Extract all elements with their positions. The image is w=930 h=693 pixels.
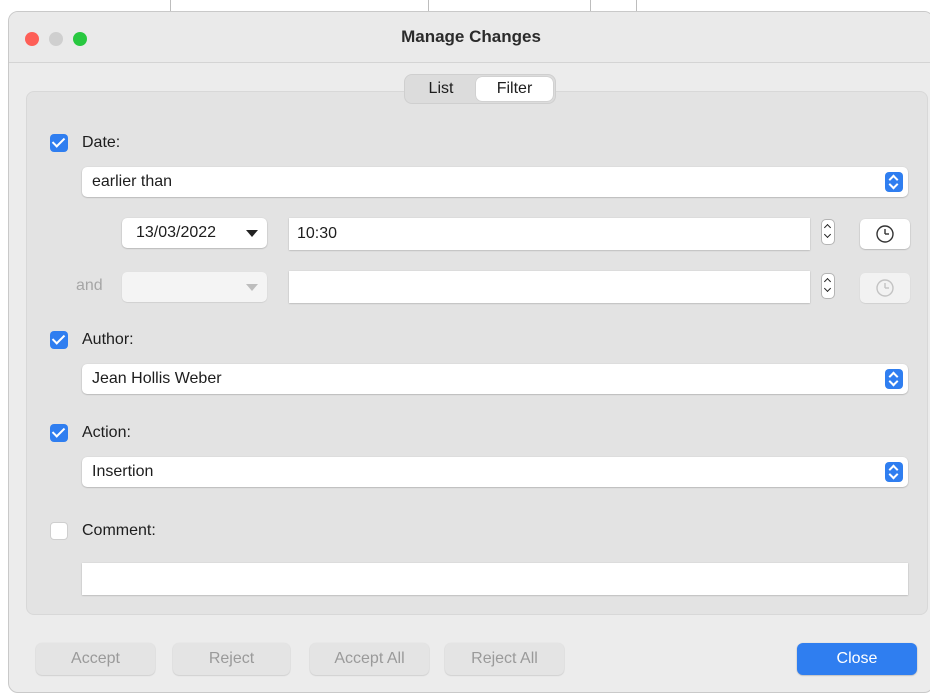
dropdown-arrow-icon	[246, 230, 258, 237]
divider	[590, 0, 591, 11]
view-tabs: List Filter	[404, 74, 556, 104]
time-input[interactable]: 10:30	[289, 218, 810, 250]
title-bar: Manage Changes	[9, 12, 930, 63]
comment-input[interactable]	[82, 563, 908, 595]
dropdown-arrow-icon	[246, 284, 258, 291]
reject-all-button[interactable]: Reject All	[445, 643, 564, 675]
second-date-picker[interactable]	[122, 272, 267, 302]
date-condition-value: earlier than	[92, 173, 173, 190]
second-time-stepper[interactable]	[821, 273, 835, 299]
select-stepper-icon	[885, 369, 903, 389]
author-value: Jean Hollis Weber	[92, 370, 222, 387]
time-stepper[interactable]	[821, 219, 835, 245]
author-select[interactable]: Jean Hollis Weber	[82, 364, 908, 394]
author-label: Author:	[82, 331, 134, 348]
date-value: 13/03/2022	[136, 224, 217, 241]
action-select[interactable]: Insertion	[82, 457, 908, 487]
reject-button[interactable]: Reject	[173, 643, 290, 675]
divider	[428, 0, 429, 11]
set-current-time-button[interactable]	[860, 219, 910, 249]
accept-button[interactable]: Accept	[36, 643, 155, 675]
date-condition-select[interactable]: earlier than	[82, 167, 908, 197]
tab-list[interactable]: List	[407, 77, 475, 101]
close-button[interactable]: Close	[797, 643, 917, 675]
time-value: 10:30	[297, 225, 338, 242]
filter-panel: Date: earlier than 13/03/2022 10:30 and	[26, 91, 928, 615]
divider	[636, 0, 637, 11]
and-label: and	[76, 277, 103, 294]
clock-icon	[876, 225, 894, 243]
select-stepper-icon	[885, 172, 903, 192]
action-label: Action:	[82, 424, 131, 441]
comment-label: Comment:	[82, 522, 156, 539]
window-title: Manage Changes	[401, 27, 541, 46]
divider	[170, 0, 171, 11]
background-document-strip	[0, 0, 930, 11]
action-checkbox[interactable]	[50, 424, 68, 442]
tab-filter[interactable]: Filter	[476, 77, 553, 101]
second-time-input[interactable]	[289, 271, 810, 303]
author-checkbox[interactable]	[50, 331, 68, 349]
date-picker[interactable]: 13/03/2022	[122, 218, 267, 248]
select-stepper-icon	[885, 462, 903, 482]
action-value: Insertion	[92, 463, 154, 480]
date-checkbox[interactable]	[50, 134, 68, 152]
comment-checkbox[interactable]	[50, 522, 68, 540]
date-label: Date:	[82, 134, 121, 151]
clock-icon	[876, 279, 894, 297]
set-second-time-button[interactable]	[860, 273, 910, 303]
manage-changes-dialog: Manage Changes Date: earlier than 13/03/…	[8, 11, 930, 693]
accept-all-button[interactable]: Accept All	[310, 643, 429, 675]
